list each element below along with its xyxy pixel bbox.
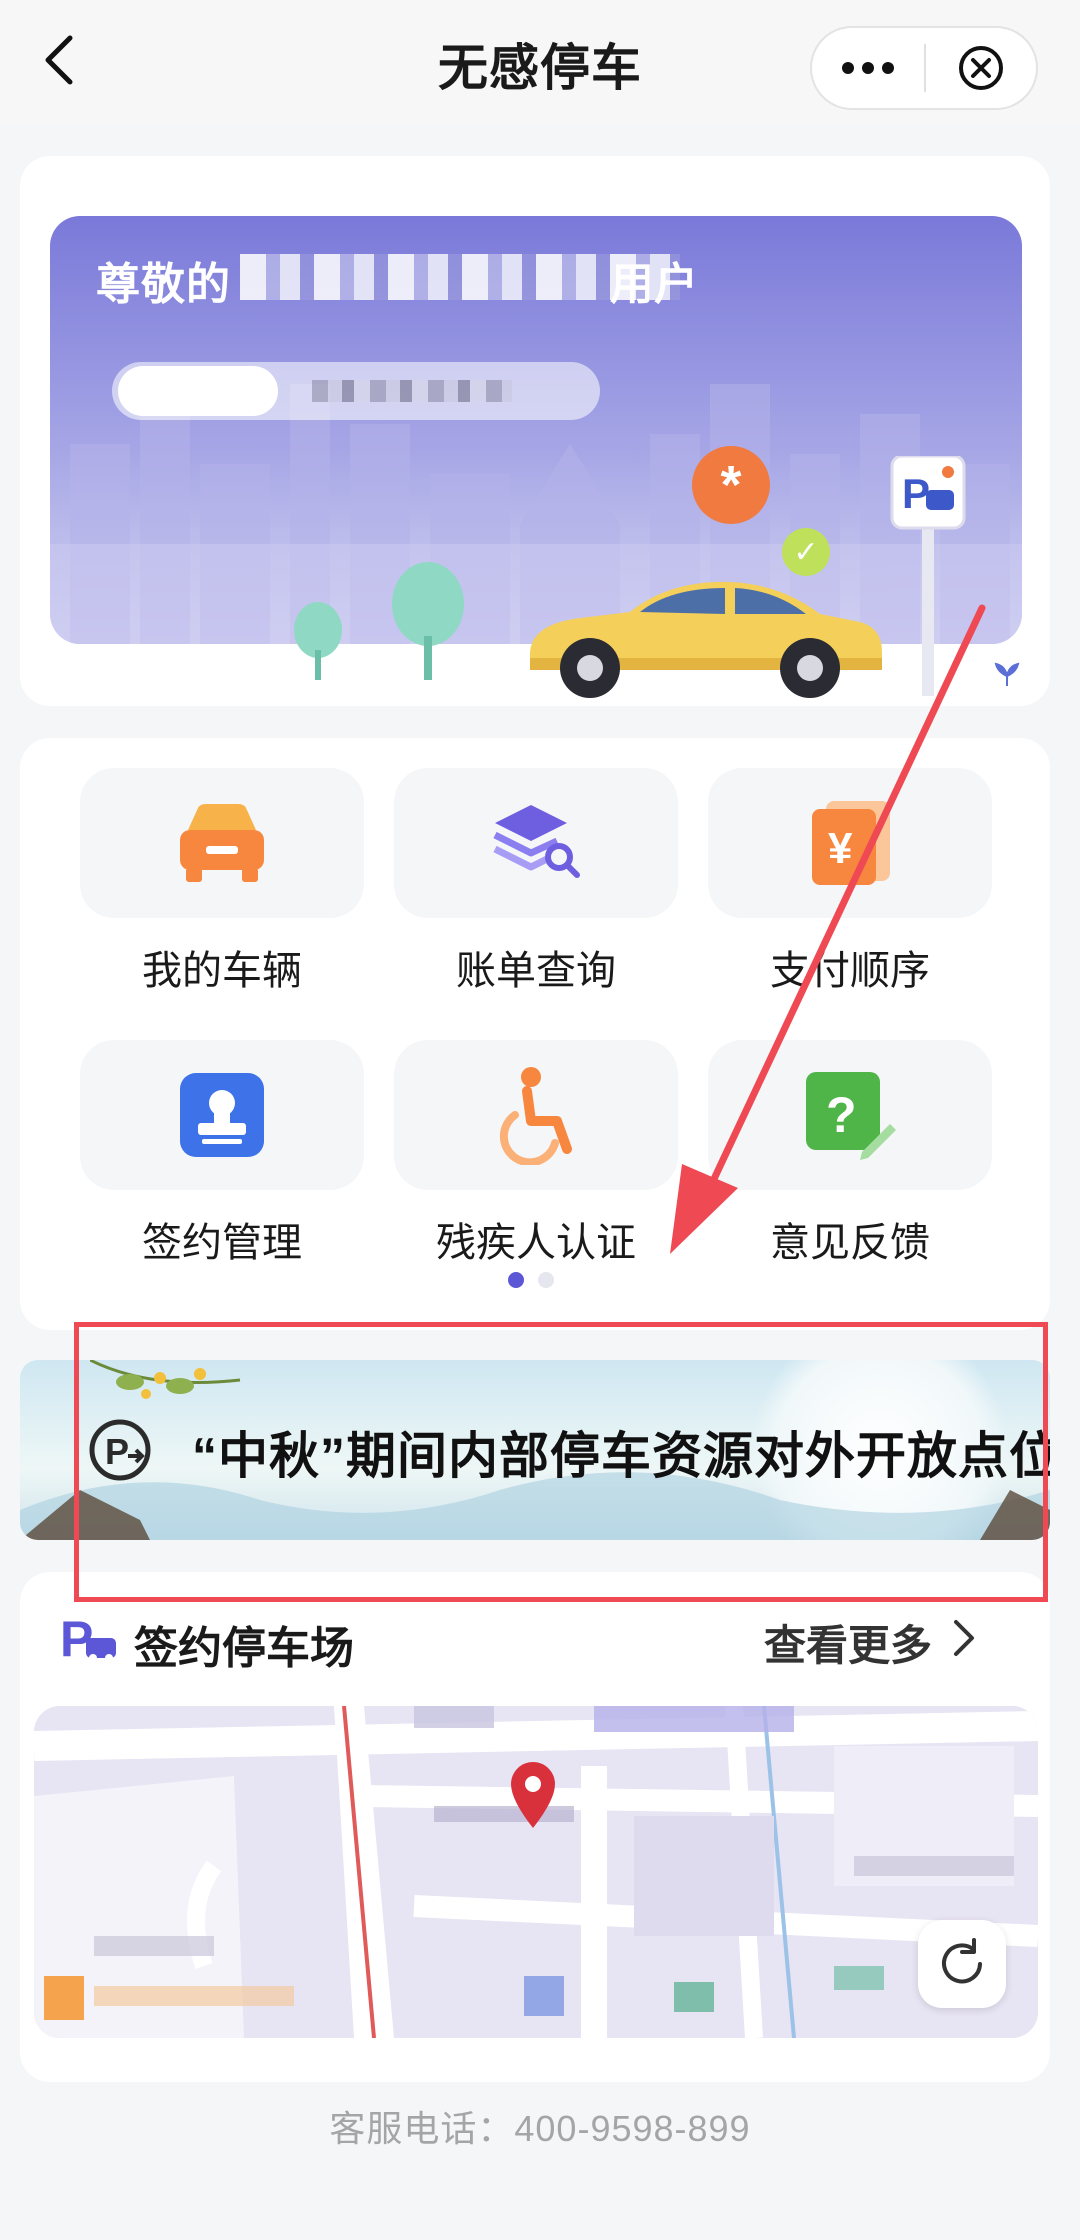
more-dots-icon <box>842 62 854 74</box>
check-badge-icon: ✓ <box>782 528 830 576</box>
highlight-box <box>74 1322 1048 1602</box>
parking-map[interactable] <box>34 1706 1038 2038</box>
plate-redacted <box>118 366 278 416</box>
grid-item-feedback[interactable]: ? 意见反馈 <box>708 1040 992 1268</box>
feedback-icon: ? <box>806 1072 896 1160</box>
star-badge-icon: * <box>692 446 770 524</box>
view-more-link[interactable]: 查看更多 <box>764 1612 932 1673</box>
parking-sign-icon: P <box>890 456 966 696</box>
more-button[interactable] <box>812 28 924 108</box>
greeting-text: 尊敬的 <box>96 260 231 309</box>
grid-item-label: 账单查询 <box>456 949 616 993</box>
svg-text:?: ? <box>826 1087 857 1143</box>
nav-bar: 无感停车 <box>0 0 1080 124</box>
page-dot-active <box>508 1272 524 1288</box>
payment-order-icon: ¥ <box>812 801 890 885</box>
greeting-suffix: 用户 <box>610 260 698 309</box>
plant-icon <box>994 662 1020 686</box>
close-button[interactable] <box>926 28 1036 108</box>
close-circle-icon <box>959 46 1003 90</box>
plate-pill <box>112 362 600 420</box>
tree-illustration <box>392 562 464 680</box>
car-illustration <box>530 581 882 698</box>
mini-program-capsule <box>810 26 1038 110</box>
refresh-button[interactable] <box>918 1920 1006 2008</box>
grid-item-label: 意见反馈 <box>770 1221 930 1265</box>
grid-item-bill-query[interactable]: 账单查询 <box>394 768 678 996</box>
grid-item-my-vehicle[interactable]: 我的车辆 <box>80 768 364 996</box>
svg-text:P: P <box>902 470 930 517</box>
page-indicator <box>508 1272 568 1288</box>
grid-item-label: 残疾人认证 <box>436 1221 636 1265</box>
grid-item-payment-order[interactable]: ¥ 支付顺序 <box>708 768 992 996</box>
page-dot <box>538 1272 554 1288</box>
plate-info-redacted <box>312 380 512 402</box>
grid-item-contract-management[interactable]: 签约管理 <box>80 1040 364 1268</box>
section-title: 签约停车场 <box>134 1624 354 1673</box>
chevron-right-icon[interactable] <box>952 1618 976 1658</box>
tree-illustration <box>294 602 342 680</box>
wheelchair-icon <box>499 1067 572 1165</box>
grid-item-label: 我的车辆 <box>142 949 302 993</box>
parking-car-icon: P <box>60 1612 116 1664</box>
car-icon <box>180 804 264 882</box>
customer-service-phone[interactable]: 客服电话：400-9598-899 <box>0 2100 1080 2152</box>
grid-item-disability-certification[interactable]: 残疾人认证 <box>394 1040 678 1268</box>
refresh-icon <box>942 1938 982 1984</box>
map-canvas <box>34 1706 1038 2038</box>
grid-item-label: 签约管理 <box>142 1221 302 1265</box>
bill-search-icon <box>493 805 580 878</box>
grid-item-label: 支付顺序 <box>770 949 930 993</box>
svg-text:¥: ¥ <box>828 824 853 873</box>
contract-stamp-icon <box>180 1073 264 1157</box>
map-pin-icon <box>511 1762 555 1828</box>
